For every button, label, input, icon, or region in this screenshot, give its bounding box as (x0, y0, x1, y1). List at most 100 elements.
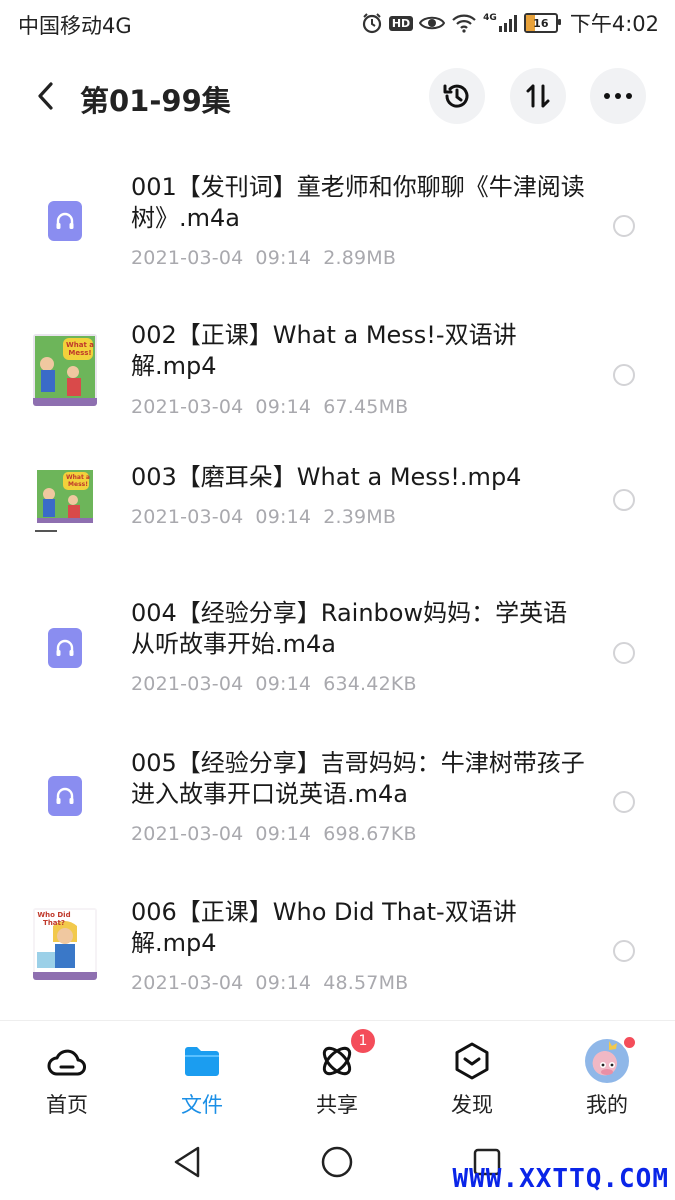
select-checkbox[interactable] (613, 489, 635, 511)
file-row[interactable]: Who Did That? 006【正课】Who Did That-双语讲解.m… (0, 870, 675, 1020)
system-home-button[interactable] (317, 1142, 357, 1182)
back-button[interactable] (26, 76, 66, 116)
file-name: 005【经验分享】吉哥妈妈：牛津树带孩子进入故事开口说英语.m4a (131, 749, 585, 808)
select-checkbox[interactable] (613, 215, 635, 237)
share-orbit-icon: 1 (315, 1029, 375, 1083)
tab-label: 发现 (451, 1093, 493, 1117)
more-icon (604, 93, 632, 99)
file-size: 67.45MB (323, 396, 409, 418)
battery-level: 16 (533, 16, 549, 30)
file-row[interactable]: 001【发刊词】童老师和你聊聊《牛津阅读树》.m4a 2021-03-04 09:… (0, 150, 675, 300)
page-title: 第01-99集 (80, 84, 231, 118)
wifi-icon (451, 13, 477, 33)
file-name: 001【发刊词】童老师和你聊聊《牛津阅读树》.m4a (131, 173, 585, 232)
audio-file-icon (48, 628, 82, 668)
file-date: 2021-03-04 (131, 673, 244, 695)
file-time: 09:14 (255, 247, 312, 269)
avatar-icon (585, 1035, 637, 1083)
eye-icon (419, 14, 446, 32)
audio-file-icon (48, 201, 82, 241)
more-button[interactable] (590, 68, 646, 124)
file-size: 2.89MB (323, 247, 397, 269)
select-checkbox[interactable] (613, 791, 635, 813)
sort-button[interactable] (510, 68, 566, 124)
bottom-tab-bar: 首页 文件 1 共享 发现 我的 (0, 1020, 675, 1125)
thumbnail-caption: Who Did That? (37, 911, 71, 927)
video-thumbnail: Who Did That? (33, 908, 97, 980)
tab-discover[interactable]: 发现 (422, 1039, 522, 1119)
tab-label: 共享 (316, 1093, 358, 1117)
tab-label: 首页 (46, 1093, 88, 1117)
video-thumbnail: What a Mess! (33, 468, 97, 540)
file-time: 09:14 (255, 972, 312, 994)
file-thumbnail: Who Did That? (32, 908, 98, 980)
select-checkbox[interactable] (613, 940, 635, 962)
alarm-icon (361, 12, 383, 34)
tab-files[interactable]: 文件 (152, 1039, 252, 1119)
tab-share[interactable]: 1 共享 (287, 1029, 387, 1119)
history-button[interactable] (429, 68, 485, 124)
system-back-button[interactable] (167, 1142, 207, 1182)
file-meta: 2021-03-04 09:14 2.89MB (131, 247, 408, 269)
file-row[interactable]: 005【经验分享】吉哥妈妈：牛津树带孩子进入故事开口说英语.m4a 2021-0… (0, 720, 675, 870)
battery-icon: 16 (523, 13, 561, 33)
file-meta: 2021-03-04 09:14 67.45MB (131, 396, 420, 418)
file-date: 2021-03-04 (131, 972, 244, 994)
notification-badge: 1 (351, 1029, 375, 1053)
thumbnail-caption: What a Mess! (66, 474, 90, 488)
file-size: 48.57MB (323, 972, 409, 994)
cloud-home-icon (45, 1039, 89, 1083)
tab-profile[interactable]: 我的 (557, 1035, 657, 1119)
file-name: 002【正课】What a Mess!-双语讲解.mp4 (131, 321, 517, 380)
file-time: 09:14 (255, 506, 312, 528)
file-name: 003【磨耳朵】What a Mess!.mp4 (131, 463, 522, 491)
file-thumbnail: What a Mess! (32, 334, 98, 406)
file-time: 09:14 (255, 673, 312, 695)
network-type-label: 4G (483, 13, 497, 23)
file-date: 2021-03-04 (131, 823, 244, 845)
file-date: 2021-03-04 (131, 247, 244, 269)
triangle-back-icon (174, 1146, 200, 1178)
file-thumbnail (32, 185, 98, 257)
audio-file-icon (48, 776, 82, 816)
signal-icon: 4G (483, 13, 518, 33)
hd-icon: HD (388, 15, 414, 31)
file-date: 2021-03-04 (131, 506, 244, 528)
file-size: 2.39MB (323, 506, 397, 528)
file-thumbnail: What a Mess! (32, 468, 98, 540)
watermark: WWW.XXTTQ.COM (452, 1164, 669, 1194)
header: 第01-99集 (0, 60, 675, 132)
circle-home-icon (321, 1146, 353, 1178)
select-checkbox[interactable] (613, 364, 635, 386)
file-time: 09:14 (255, 396, 312, 418)
carrier-label: 中国移动4G (18, 14, 132, 38)
file-row[interactable]: 004【经验分享】Rainbow妈妈：学英语从听故事开始.m4a 2021-03… (0, 570, 675, 720)
sort-icon (526, 84, 550, 108)
system-navigation-bar: WWW.XXTTQ.COM (0, 1126, 675, 1200)
file-row[interactable]: What a Mess! 002【正课】What a Mess!-双语讲解.mp… (0, 300, 675, 440)
file-name: 004【经验分享】Rainbow妈妈：学英语从听故事开始.m4a (131, 599, 568, 658)
file-thumbnail (32, 760, 98, 832)
back-arrow-icon (38, 82, 53, 110)
clock: 下午4:02 (569, 12, 659, 36)
notification-dot (622, 1035, 637, 1050)
history-icon (443, 84, 469, 108)
tab-label: 我的 (586, 1093, 628, 1117)
file-thumbnail (32, 612, 98, 684)
file-meta: 2021-03-04 09:14 48.57MB (131, 972, 420, 994)
folder-icon (180, 1039, 224, 1083)
file-row[interactable]: What a Mess! 003【磨耳朵】What a Mess!.mp4 20… (0, 440, 675, 570)
file-name: 006【正课】Who Did That-双语讲解.mp4 (131, 898, 517, 957)
file-date: 2021-03-04 (131, 396, 244, 418)
tab-label: 文件 (181, 1093, 223, 1117)
discover-icon (450, 1039, 494, 1083)
video-thumbnail: What a Mess! (33, 334, 97, 406)
file-meta: 2021-03-04 09:14 2.39MB (131, 506, 408, 528)
select-checkbox[interactable] (613, 642, 635, 664)
file-time: 09:14 (255, 823, 312, 845)
file-meta: 2021-03-04 09:14 634.42KB (131, 673, 429, 695)
tab-home[interactable]: 首页 (17, 1039, 117, 1119)
file-meta: 2021-03-04 09:14 698.67KB (131, 823, 429, 845)
status-icons: HD 4G 16 下午4:02 (361, 8, 659, 38)
file-size: 634.42KB (323, 673, 417, 695)
